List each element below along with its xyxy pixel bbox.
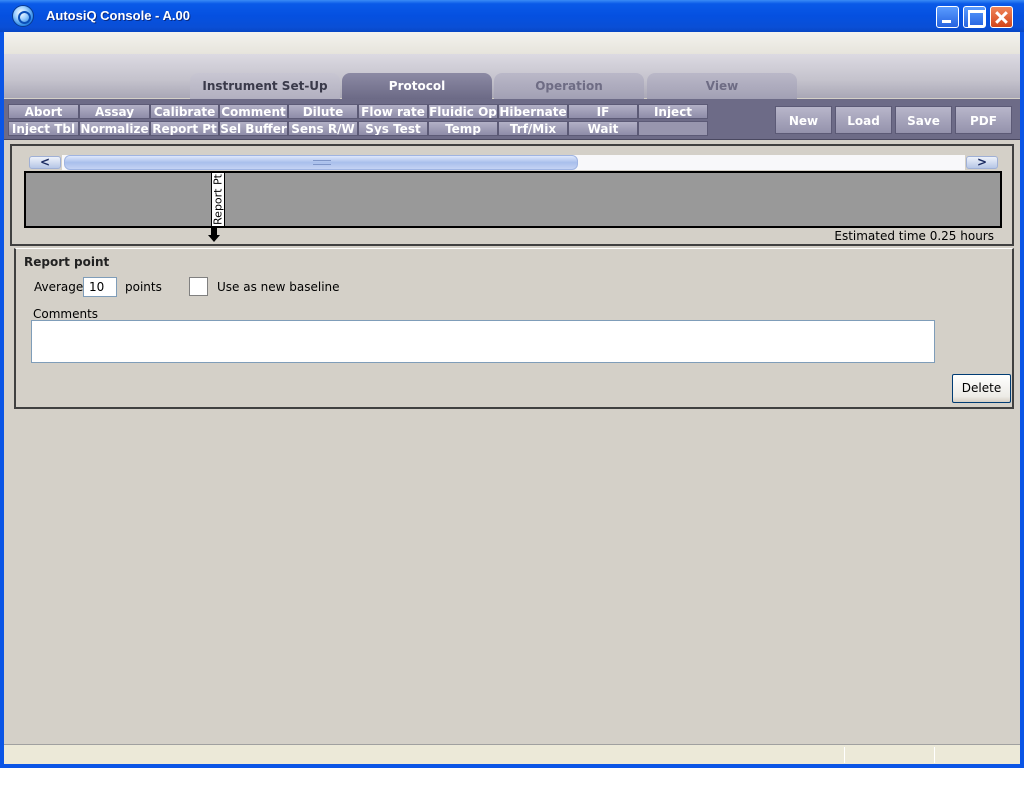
status-bar — [4, 744, 1020, 764]
save-button[interactable]: Save — [895, 106, 952, 134]
title-bar[interactable]: AutosiQ Console - A.00 — [0, 0, 1024, 32]
use-as-baseline-checkbox[interactable] — [189, 277, 208, 296]
use-as-baseline-label: Use as new baseline — [217, 280, 340, 294]
tab-operation[interactable]: Operation — [494, 73, 644, 99]
inject-button[interactable]: Inject — [638, 104, 708, 119]
timeline-track[interactable]: Report Pt — [24, 171, 1002, 228]
step-arrow-head-icon — [208, 235, 220, 242]
pdf-button[interactable]: PDF — [955, 106, 1012, 134]
step-arrow-icon — [211, 228, 217, 235]
protocol-timeline-panel: < > Report Pt Estimated time 0.25 hours — [10, 144, 1014, 246]
timeline-scroll-thumb[interactable] — [64, 155, 578, 170]
report-pt-step-label: Report Pt — [211, 174, 225, 225]
delete-button[interactable]: Delete — [952, 374, 1011, 403]
window-title: AutosiQ Console - A.00 — [46, 8, 190, 23]
estimated-time: Estimated time 0.25 hours — [834, 229, 994, 243]
tab-view[interactable]: View — [647, 73, 797, 99]
scroll-left-button[interactable]: < — [29, 156, 61, 169]
wait-button[interactable]: Wait — [568, 121, 638, 136]
inject-tbl-button[interactable]: Inject Tbl — [8, 121, 79, 136]
average-label: Average — [34, 280, 84, 294]
report-pt-button[interactable]: Report Pt — [150, 121, 219, 136]
assay-button[interactable]: Assay — [79, 104, 150, 119]
if-button[interactable]: IF — [568, 104, 638, 119]
status-divider — [934, 747, 935, 763]
hibernate-button[interactable]: Hibernate — [498, 104, 568, 119]
comments-label: Comments — [33, 307, 99, 321]
flow-rate-button[interactable]: Flow rate — [358, 104, 428, 119]
fluidic-op-button[interactable]: Fluidic Op — [428, 104, 498, 119]
new-button[interactable]: New — [775, 106, 832, 134]
report-pt-step[interactable]: Report Pt — [211, 173, 225, 226]
close-button[interactable] — [990, 6, 1013, 28]
normalize-button[interactable]: Normalize — [79, 121, 150, 136]
panel-title: Report point — [24, 255, 110, 269]
comments-field[interactable] — [31, 320, 935, 363]
sys-test-button[interactable]: Sys Test — [358, 121, 428, 136]
abort-button[interactable]: Abort — [8, 104, 79, 119]
load-button[interactable]: Load — [835, 106, 892, 134]
sens-rw-button[interactable]: Sens R/W — [288, 121, 358, 136]
trf-mix-button[interactable]: Trf/Mix — [498, 121, 568, 136]
scroll-right-button[interactable]: > — [966, 156, 998, 169]
maximize-button[interactable] — [963, 6, 986, 28]
tab-protocol[interactable]: Protocol — [342, 73, 492, 99]
app-window: AutosiQ Console - A.00 Instrument Set-Up… — [0, 0, 1024, 768]
dilute-button[interactable]: Dilute — [288, 104, 358, 119]
report-point-panel: Report point Average 10 points Use as ne… — [14, 248, 1014, 409]
temp-button[interactable]: Temp — [428, 121, 498, 136]
menu-strip — [4, 32, 1020, 54]
minimize-button[interactable] — [936, 6, 959, 28]
scroll-grip-icon — [313, 160, 331, 165]
calibrate-button[interactable]: Calibrate — [150, 104, 219, 119]
points-label: points — [125, 280, 162, 294]
sel-buffer-button[interactable]: Sel Buffer — [219, 121, 288, 136]
tab-instrument-setup[interactable]: Instrument Set-Up — [190, 73, 340, 99]
status-divider — [844, 747, 845, 763]
app-logo-icon — [12, 5, 34, 27]
average-points-input[interactable]: 10 — [83, 277, 117, 297]
empty-command-slot — [638, 121, 708, 136]
comment-button[interactable]: Comment — [219, 104, 288, 119]
